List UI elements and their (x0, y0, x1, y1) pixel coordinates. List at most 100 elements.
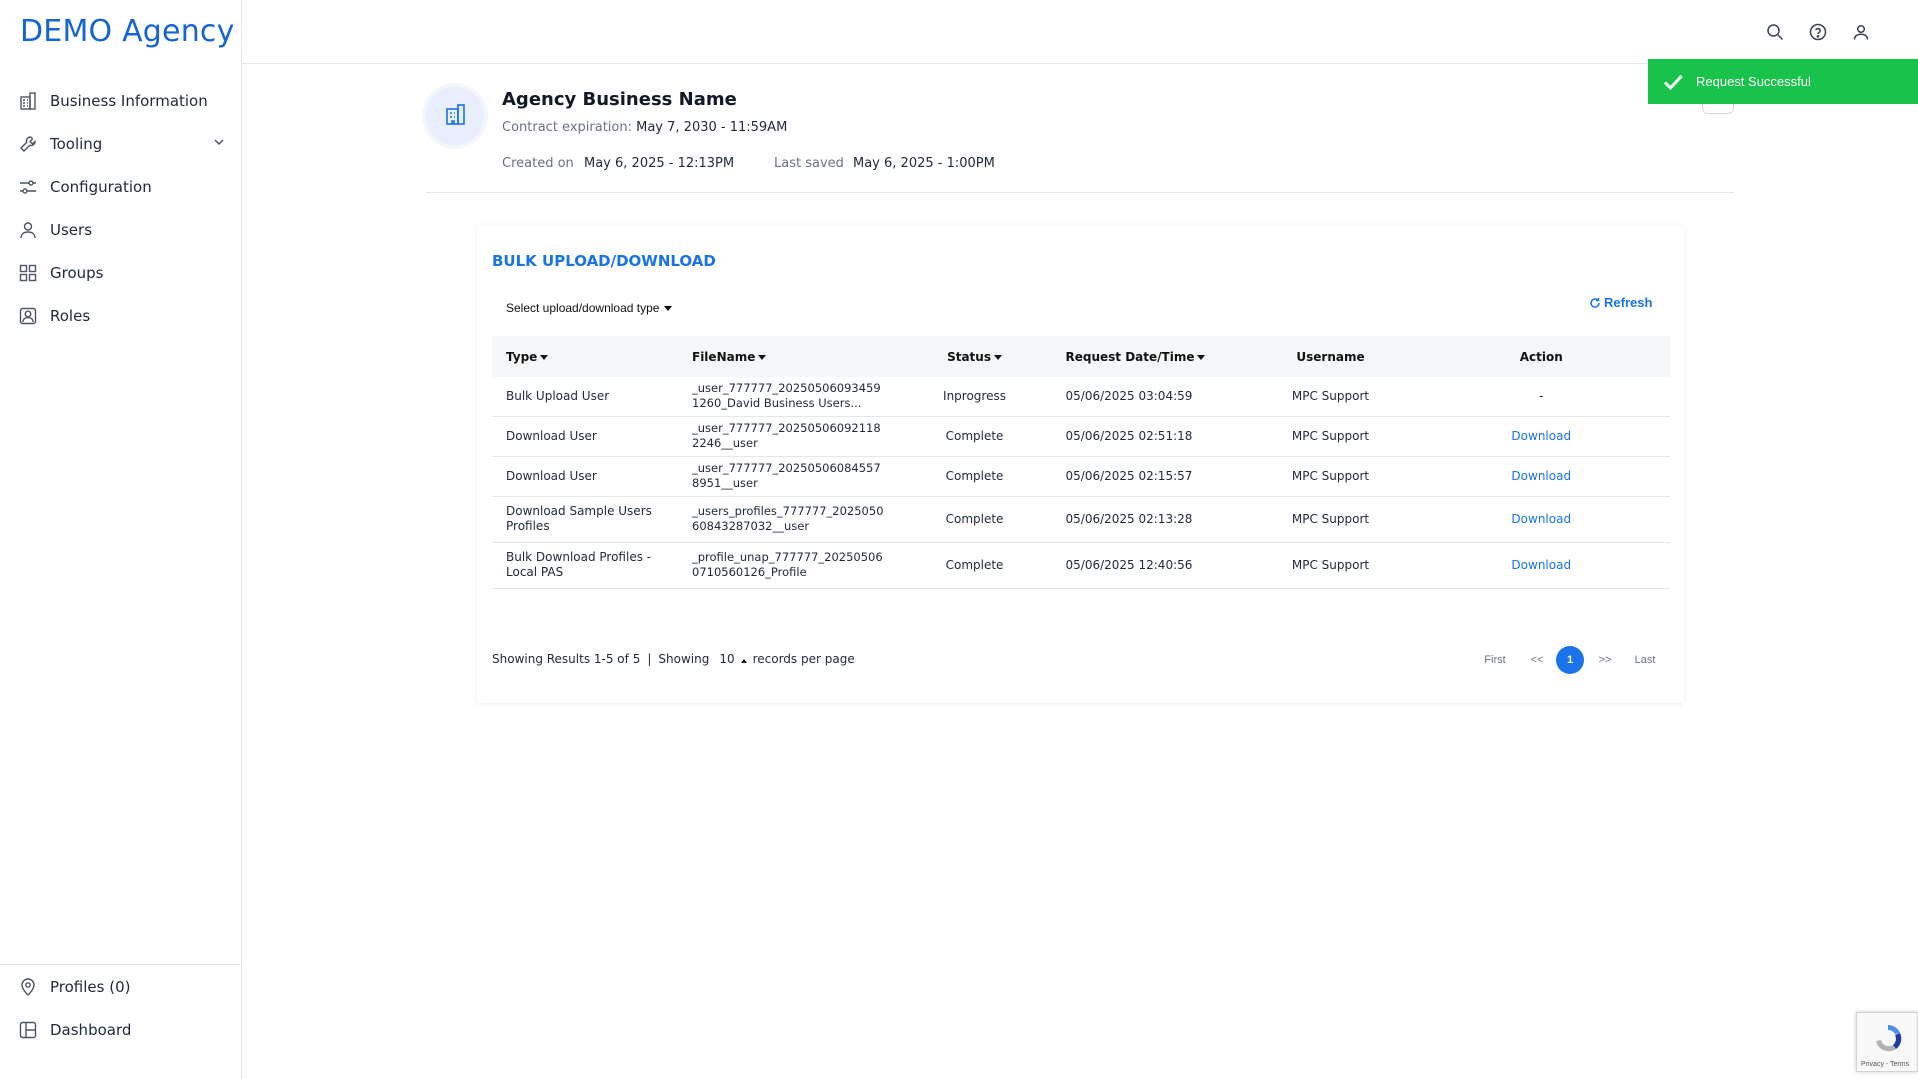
sidebar-item-business-information[interactable]: Business Information (0, 79, 242, 122)
table-row: Bulk Upload User _user_777777_2025050609… (492, 377, 1670, 417)
sidebar-item-label: Business Information (50, 91, 208, 110)
table-header-row: Type FileName Status Request Date/Time U… (492, 336, 1670, 377)
table-row: Download User _user_777777_2025050609211… (492, 416, 1670, 457)
user-icon (18, 220, 38, 240)
contract-expiration: Contract expiration: May 7, 2030 - 11:59… (502, 120, 787, 135)
download-link[interactable]: Download (1511, 429, 1571, 443)
table-row: Bulk Download Profiles - Local PAS _prof… (492, 542, 1670, 589)
column-header-filename[interactable]: FileName (678, 336, 898, 377)
cell-type: Bulk Download Profiles - Local PAS (492, 542, 678, 589)
sort-icon (993, 354, 1002, 360)
id-badge-icon (18, 306, 38, 326)
cell-date: 05/06/2025 02:51:18 (1051, 416, 1249, 457)
saved-value: May 6, 2025 - 1:00PM (853, 156, 995, 171)
cell-status: Complete (897, 496, 1052, 543)
cell-type: Download User (492, 416, 678, 457)
table-row: Download Sample Users Profiles _users_pr… (492, 496, 1670, 543)
recaptcha-badge[interactable]: Privacy - Terms (1856, 1012, 1918, 1072)
cell-filename: _user_777777_20250506093459 1260_David Bu… (678, 377, 898, 417)
records-label: records per page (752, 652, 855, 666)
pagination-prev[interactable]: << (1526, 646, 1548, 674)
dashboard-icon (18, 1020, 38, 1040)
download-link[interactable]: Download (1511, 558, 1571, 572)
sidebar-item-label: Dashboard (50, 1020, 132, 1039)
per-page-select[interactable]: 10 (719, 652, 752, 666)
created-value: May 6, 2025 - 12:13PM (584, 156, 735, 171)
showing-label: Showing (658, 652, 710, 666)
brand-logo[interactable]: DEMO Agency (20, 14, 235, 49)
pagination-page-1[interactable]: 1 (1556, 646, 1584, 674)
help-icon[interactable] (1808, 22, 1828, 42)
caret-up-icon (740, 659, 747, 663)
cell-date: 05/06/2025 02:15:57 (1051, 456, 1249, 497)
created-label: Created on (502, 156, 574, 171)
sidebar-item-profiles[interactable]: Profiles (0) (0, 965, 242, 1008)
sidebar-item-dashboard[interactable]: Dashboard (0, 1008, 242, 1051)
sidebar: DEMO Agency Business Information Tooling… (0, 0, 242, 1079)
cell-action: Download (1412, 542, 1670, 589)
bulk-upload-card: BULK UPLOAD/DOWNLOAD Select upload/downl… (477, 225, 1684, 703)
pagination-last[interactable]: Last (1632, 646, 1658, 674)
sidebar-item-label: Configuration (50, 177, 152, 196)
header-divider (426, 192, 1734, 193)
download-link[interactable]: Download (1511, 469, 1571, 483)
table-row: Download User _user_777777_2025050608455… (492, 456, 1670, 497)
top-bar (242, 0, 1918, 64)
cell-status: Inprogress (897, 377, 1052, 417)
sort-icon (1197, 354, 1206, 360)
recaptcha-text[interactable]: Privacy - Terms (1861, 1061, 1909, 1068)
sidebar-item-configuration[interactable]: Configuration (0, 165, 242, 208)
download-link[interactable]: Download (1511, 512, 1571, 526)
search-icon[interactable] (1765, 22, 1785, 42)
column-header-type[interactable]: Type (492, 336, 678, 377)
contract-label: Contract expiration: (502, 120, 632, 135)
grid-icon (18, 263, 38, 283)
saved-label: Last saved (774, 156, 844, 171)
cell-type: Download User (492, 456, 678, 497)
cell-username: MPC Support (1248, 496, 1413, 543)
caret-down-icon (664, 305, 673, 311)
sort-icon (758, 354, 767, 360)
business-avatar (426, 87, 484, 145)
building-icon (18, 91, 38, 111)
cell-action: Download (1412, 496, 1670, 543)
sidebar-item-groups[interactable]: Groups (0, 251, 242, 294)
results-summary: Showing Results 1-5 of 5 | Showing 10 re… (492, 652, 855, 666)
checkmark-icon (1662, 71, 1684, 93)
separator: | (647, 652, 652, 666)
sidebar-item-users[interactable]: Users (0, 208, 242, 251)
cell-username: MPC Support (1248, 542, 1413, 589)
upload-type-select[interactable]: Select upload/download type (506, 301, 673, 315)
cell-date: 05/06/2025 02:13:28 (1051, 496, 1249, 543)
sliders-icon (18, 177, 38, 197)
account-icon[interactable] (1851, 22, 1871, 42)
pagination-first[interactable]: First (1480, 646, 1510, 674)
refresh-label: Refresh (1604, 295, 1653, 310)
success-toast[interactable]: Request Successful (1648, 59, 1918, 104)
cell-status: Complete (897, 416, 1052, 457)
building-icon (442, 101, 468, 132)
refresh-button[interactable]: Refresh (1589, 295, 1652, 310)
sidebar-item-label: Groups (50, 263, 104, 282)
sidebar-item-roles[interactable]: Roles (0, 294, 242, 337)
recaptcha-icon (1876, 1025, 1902, 1052)
contract-value: May 7, 2030 - 11:59AM (636, 120, 788, 135)
column-header-request-date[interactable]: Request Date/Time (1051, 336, 1249, 377)
select-label: Select upload/download type (506, 301, 660, 315)
column-header-username: Username (1248, 336, 1413, 377)
cell-date: 05/06/2025 03:04:59 (1051, 377, 1249, 417)
cell-type: Bulk Upload User (492, 377, 678, 417)
cell-filename: _users_profiles_777777_2025050 6084328703… (678, 496, 898, 543)
sidebar-item-label: Roles (50, 306, 91, 325)
chevron-down-icon[interactable] (212, 135, 226, 153)
cell-filename: _user_777777_20250506084557 8951__user (678, 456, 898, 497)
refresh-icon (1590, 297, 1600, 308)
pagination-next[interactable]: >> (1594, 646, 1616, 674)
sort-icon (540, 354, 549, 360)
results-text: Showing Results 1-5 of 5 (492, 652, 641, 666)
bulk-requests-table: Type FileName Status Request Date/Time U… (492, 336, 1670, 589)
column-header-status[interactable]: Status (897, 336, 1052, 377)
sidebar-item-label: Profiles (0) (50, 977, 131, 996)
sidebar-item-tooling[interactable]: Tooling (0, 122, 242, 165)
business-name: Agency Business Name (502, 89, 737, 110)
